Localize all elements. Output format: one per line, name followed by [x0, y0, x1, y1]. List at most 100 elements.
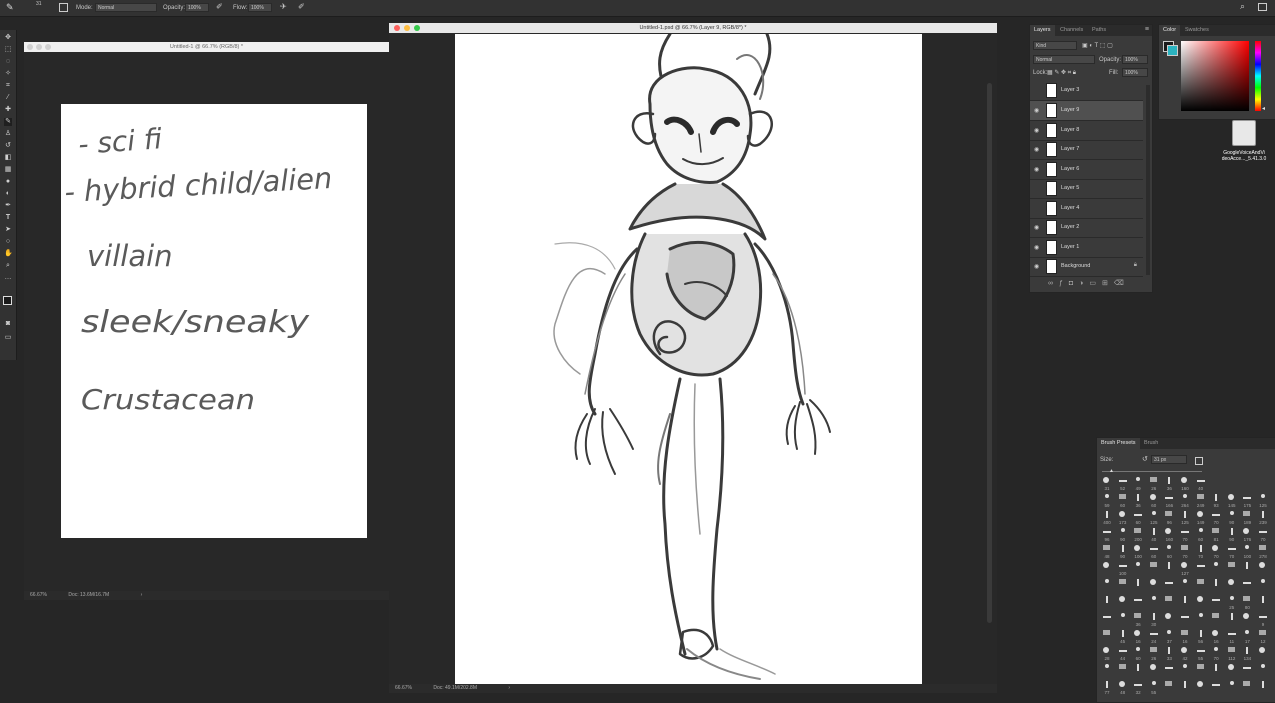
brush-preset[interactable]: [1146, 663, 1162, 680]
brush-preset[interactable]: [1099, 663, 1115, 680]
visibility-eye-icon[interactable]: ◉: [1034, 224, 1039, 231]
brush-size-field[interactable]: 31 px: [1151, 455, 1187, 464]
brush-preset[interactable]: 81: [1208, 527, 1224, 544]
layer-row[interactable]: ◉ Layer 1: [1030, 238, 1143, 258]
lasso-tool-icon[interactable]: ◌: [4, 58, 12, 66]
brush-preset[interactable]: 100: [1130, 544, 1146, 561]
brush-preset[interactable]: 37: [1161, 629, 1177, 646]
brush-preset[interactable]: 239: [1255, 510, 1271, 527]
brush-preset[interactable]: [1177, 680, 1193, 697]
visibility-eye-icon[interactable]: ◉: [1034, 107, 1039, 114]
brush-preset[interactable]: 49: [1130, 476, 1146, 493]
brush-preset[interactable]: 16: [1177, 629, 1193, 646]
brush-preset[interactable]: 11: [1224, 629, 1240, 646]
brush-preset[interactable]: [1146, 595, 1162, 612]
more-tools-icon[interactable]: …: [4, 274, 12, 282]
brush-preset[interactable]: 400: [1099, 510, 1115, 527]
move-tool-icon[interactable]: ✥: [4, 34, 12, 42]
brush-preset[interactable]: [1161, 680, 1177, 697]
brush-preset[interactable]: [1239, 561, 1255, 578]
brush-preset[interactable]: 60: [1193, 527, 1209, 544]
shape-tool-icon[interactable]: ○: [4, 238, 12, 246]
brush-preset[interactable]: 70: [1208, 510, 1224, 527]
brush-preset[interactable]: 278: [1255, 544, 1271, 561]
brush-preset[interactable]: 90: [1115, 544, 1131, 561]
main-zoom-level[interactable]: 66.67%: [395, 685, 412, 691]
brush-preset[interactable]: 17: [1239, 629, 1255, 646]
layer-row-selected[interactable]: ◉ Layer 9: [1030, 101, 1143, 121]
zoom-icon[interactable]: [414, 25, 420, 31]
layer-name[interactable]: Layer 2: [1061, 224, 1079, 230]
tab-brush-presets[interactable]: Brush Presets: [1097, 438, 1140, 449]
layer-row[interactable]: ◉ Layer 8: [1030, 121, 1143, 141]
brush-preset[interactable]: [1255, 595, 1271, 612]
brush-preset[interactable]: [1208, 561, 1224, 578]
color-field[interactable]: [1181, 41, 1249, 111]
brush-tool-icon[interactable]: ✎: [4, 118, 12, 126]
brush-preset[interactable]: [1255, 646, 1271, 663]
brush-preset[interactable]: [1224, 561, 1240, 578]
brush-preset[interactable]: [1115, 663, 1131, 680]
path-select-tool-icon[interactable]: ➤: [4, 226, 12, 234]
brush-preset[interactable]: [1239, 680, 1255, 697]
brush-preset[interactable]: [1239, 612, 1255, 629]
brush-preset[interactable]: [1193, 680, 1209, 697]
brush-preset[interactable]: 160: [1177, 476, 1193, 493]
brush-preset[interactable]: 45: [1115, 629, 1131, 646]
brush-preset[interactable]: 125: [1255, 493, 1271, 510]
type-tool-icon[interactable]: T: [4, 214, 12, 222]
tab-brush[interactable]: Brush: [1140, 438, 1162, 449]
brush-preset[interactable]: 189: [1239, 510, 1255, 527]
new-preset-icon[interactable]: [1195, 457, 1203, 465]
tab-swatches[interactable]: Swatches: [1181, 25, 1213, 36]
brush-preset[interactable]: [1099, 578, 1115, 595]
tab-layers[interactable]: Layers: [1030, 25, 1055, 36]
background-color-chip[interactable]: [1167, 45, 1178, 56]
brush-preset[interactable]: 9: [1255, 612, 1271, 629]
layer-filter-icons[interactable]: ▣ ◐ T ⬚ ▢: [1082, 42, 1113, 49]
airbrush-icon[interactable]: ✈: [280, 2, 287, 11]
brush-preset[interactable]: 175: [1239, 493, 1255, 510]
main-vertical-scrollbar[interactable]: [987, 83, 992, 623]
brush-preset[interactable]: 55: [1146, 680, 1162, 697]
brush-preset[interactable]: [1161, 663, 1177, 680]
folder-icon[interactable]: ▭: [1089, 280, 1102, 287]
main-status-arrow-icon[interactable]: ›: [508, 685, 510, 691]
layer-opacity-field[interactable]: 100%: [1122, 55, 1148, 64]
layer-name[interactable]: Layer 9: [1061, 107, 1079, 113]
brush-preset[interactable]: 44: [1115, 646, 1131, 663]
brush-preset[interactable]: 127: [1177, 561, 1193, 578]
brush-preset[interactable]: [1099, 561, 1115, 578]
brush-preset[interactable]: 134: [1239, 646, 1255, 663]
brush-preset[interactable]: 90: [1115, 527, 1131, 544]
blur-tool-icon[interactable]: ●: [4, 178, 12, 186]
pressure-size-icon[interactable]: ✐: [298, 2, 305, 11]
brush-preset[interactable]: [1099, 629, 1115, 646]
brush-preset[interactable]: [1193, 578, 1209, 595]
tab-color[interactable]: Color: [1159, 25, 1181, 36]
brush-panel-toggle-icon[interactable]: [59, 3, 68, 12]
brush-preset[interactable]: 48: [1115, 680, 1131, 697]
brush-preset[interactable]: 42: [1177, 646, 1193, 663]
brush-preset[interactable]: [1161, 612, 1177, 629]
brush-preset[interactable]: [1130, 663, 1146, 680]
brush-preset[interactable]: 36: [1130, 612, 1146, 629]
brush-preset[interactable]: [1255, 578, 1271, 595]
brush-preset[interactable]: 60: [1115, 493, 1131, 510]
tab-paths[interactable]: Paths: [1088, 25, 1110, 36]
brush-preset[interactable]: 28: [1099, 646, 1115, 663]
brush-size-slider-thumb-icon[interactable]: ▲: [1109, 468, 1114, 474]
brush-preset[interactable]: [1177, 595, 1193, 612]
brush-preset[interactable]: 112: [1224, 646, 1240, 663]
brush-preset[interactable]: 36: [1130, 493, 1146, 510]
reference-status-arrow-icon[interactable]: ›: [141, 592, 143, 598]
brush-preset[interactable]: 26: [1146, 646, 1162, 663]
brush-preset[interactable]: [1255, 680, 1271, 697]
brush-preset[interactable]: 16: [1130, 629, 1146, 646]
brush-preset[interactable]: 160: [1161, 527, 1177, 544]
brush-preset[interactable]: 36: [1161, 476, 1177, 493]
brush-preset[interactable]: [1146, 561, 1162, 578]
crop-tool-icon[interactable]: ⌗: [4, 82, 12, 90]
brush-preset[interactable]: [1224, 612, 1240, 629]
brush-preset[interactable]: 264: [1177, 493, 1193, 510]
